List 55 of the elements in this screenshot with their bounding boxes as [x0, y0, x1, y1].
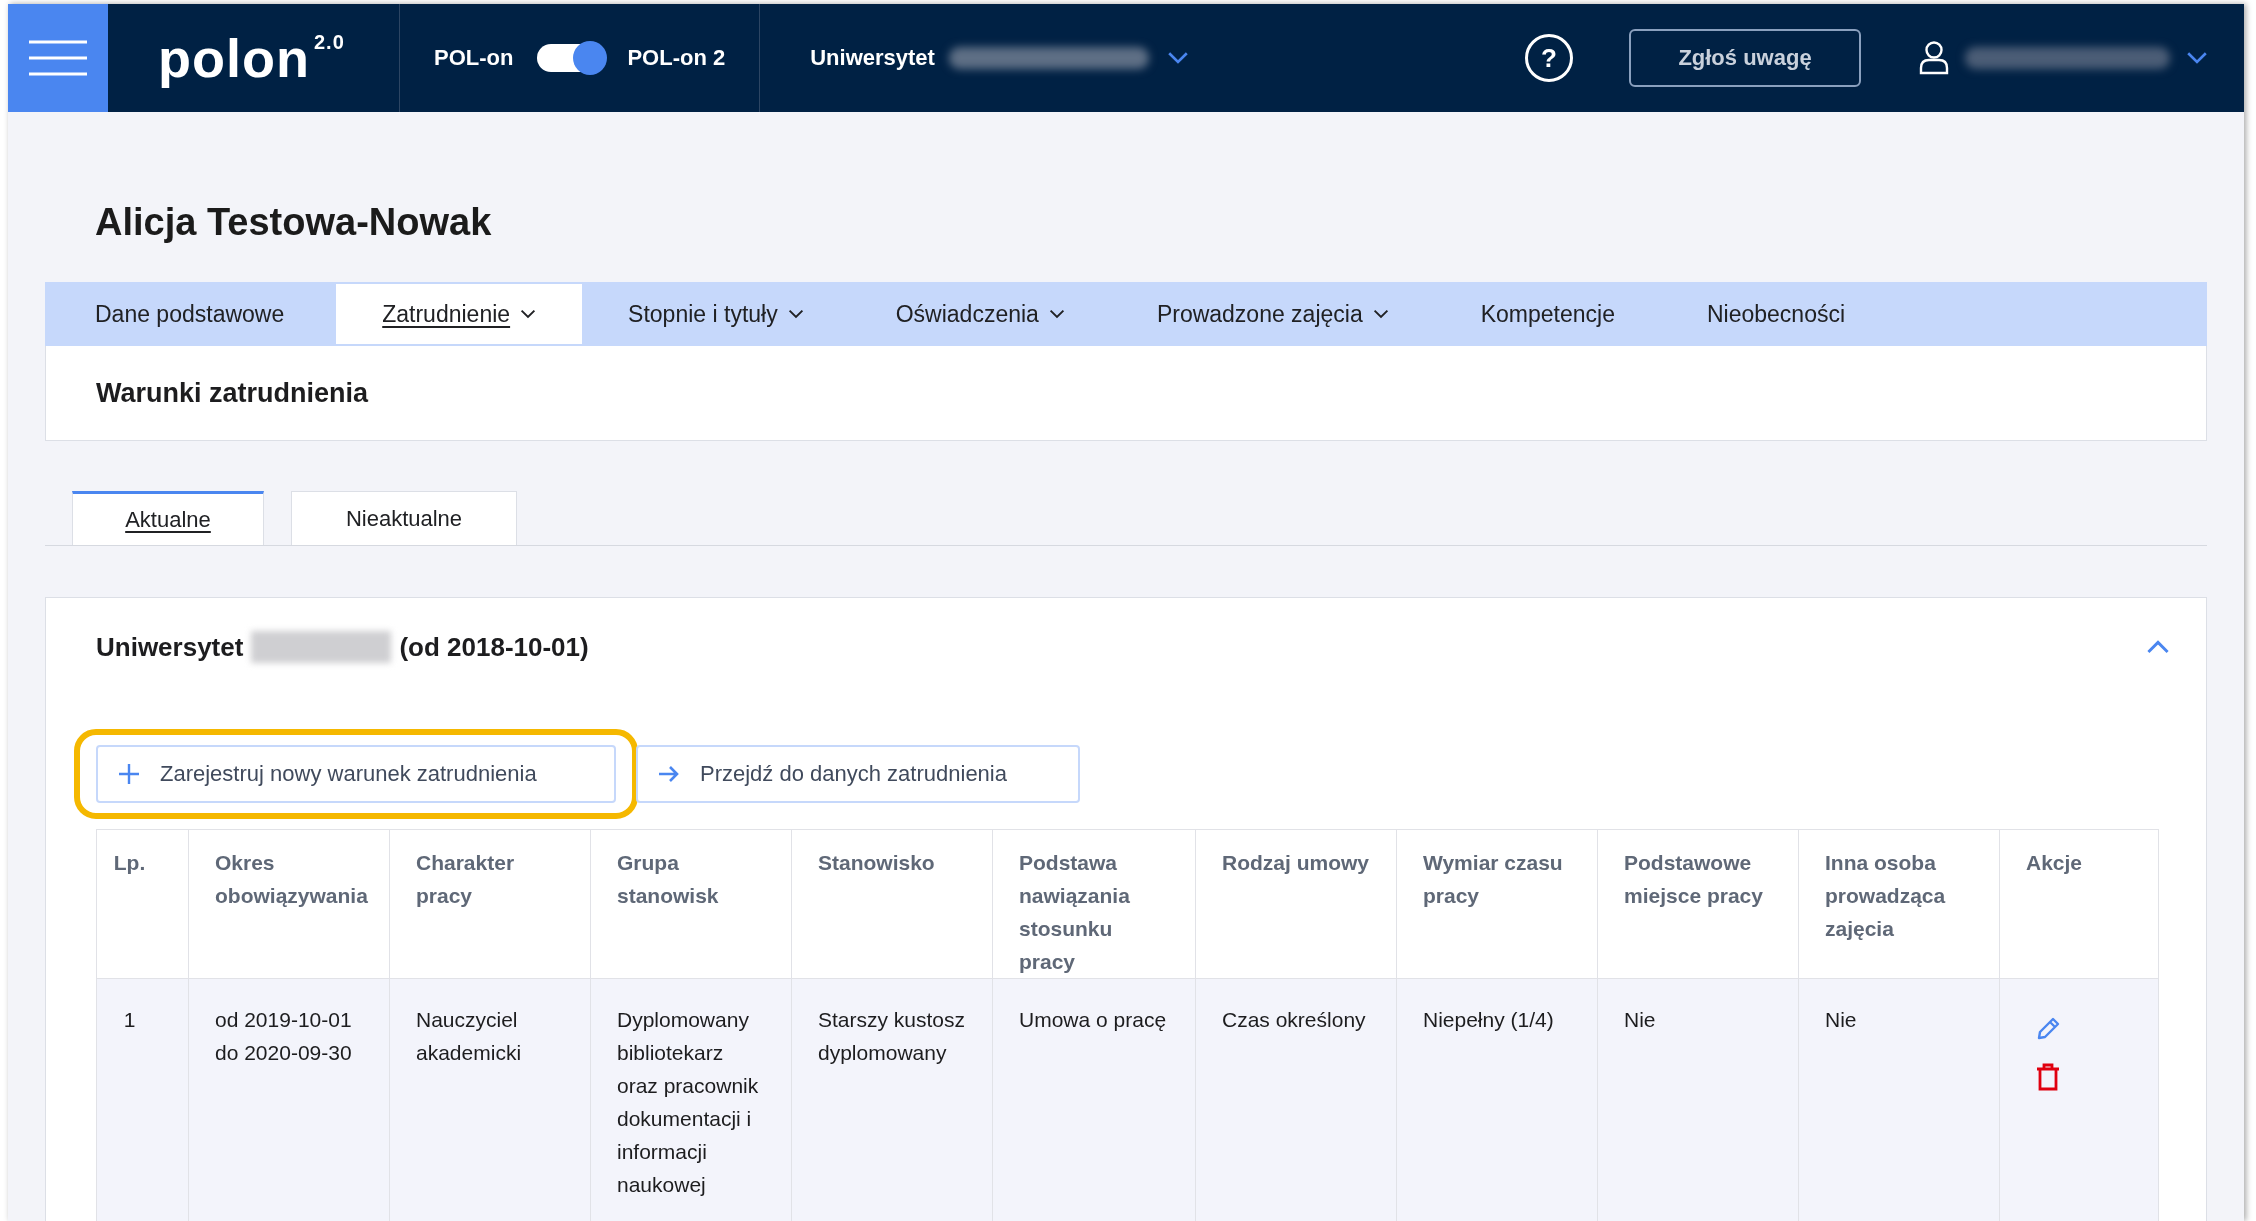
column-header: Lp.	[96, 829, 189, 979]
table-cell: Umowa o pracę	[992, 978, 1196, 1221]
menu-button[interactable]	[8, 4, 108, 112]
table-cell: Niepełny (1/4)	[1396, 978, 1598, 1221]
pencil-icon	[2036, 1015, 2062, 1041]
table-cell: Starszy kustosz dyplomowany	[791, 978, 993, 1221]
toggle-label: POL-on	[434, 45, 514, 71]
plus-icon	[118, 763, 140, 785]
table-cell: Nie	[1597, 978, 1799, 1221]
edit-button[interactable]	[2036, 1015, 2062, 1041]
sub-tab[interactable]: Aktualne	[72, 491, 264, 545]
column-header: Okres obowiązywania	[188, 829, 390, 979]
collapse-button[interactable]	[2146, 639, 2170, 655]
person-name: Alicja Testowa-Nowak	[94, 200, 493, 245]
column-header: Grupa stanowisk	[590, 829, 792, 979]
user-icon[interactable]	[1919, 41, 1949, 75]
column-header: Akcje	[1999, 829, 2159, 979]
column-header: Rodzaj umowy	[1195, 829, 1397, 979]
register-button[interactable]: Zarejestruj nowy warunek zatrudnienia	[96, 745, 616, 803]
table-cell: 1	[96, 978, 189, 1221]
table-cell: Czas określony	[1195, 978, 1397, 1221]
nav-tab[interactable]: Dane podstawowe	[45, 284, 337, 344]
column-header: Charakter pracy	[389, 829, 591, 979]
trash-icon	[2036, 1063, 2060, 1091]
nav-tab[interactable]: Kompetencje	[1434, 284, 1661, 344]
table-cell: Nie	[1798, 978, 2000, 1221]
column-header: Wymiar czasu pracy	[1396, 829, 1598, 979]
column-header: Stanowisko	[791, 829, 993, 979]
column-header: Podstawowe miejsce pracy	[1597, 829, 1799, 979]
section-title: Warunki zatrudnienia	[96, 377, 369, 409]
help-button[interactable]: ?	[1525, 34, 1573, 82]
table-cell: od 2019-10-01 do 2020-09-30	[188, 978, 390, 1221]
column-header: Inna osoba prowadząca zajęcia	[1798, 829, 2000, 979]
navigate-button[interactable]: Przejdź do danych zatrudnienia	[636, 745, 1080, 803]
panel-title: (od 2018-10-01)	[399, 631, 589, 663]
nav-tab[interactable]: Zatrudnienie	[336, 284, 583, 344]
logo[interactable]: polon$^{2.0}$	[158, 27, 345, 89]
delete-button[interactable]	[2036, 1063, 2060, 1091]
chevron-down-icon[interactable]	[1166, 51, 1189, 65]
toggle-label: POL-on 2	[627, 45, 726, 71]
nav-tab[interactable]: Stopnie i tytuły	[582, 284, 850, 344]
chevron-down-icon[interactable]	[2186, 51, 2208, 65]
menu-icon	[29, 40, 87, 76]
feedback-button[interactable]: Zgłoś uwagę	[1629, 29, 1861, 87]
sub-tab[interactable]: Nieaktualne	[291, 491, 517, 545]
institution-label: Uniwersytet	[810, 45, 935, 71]
arrow-right-icon	[658, 765, 680, 783]
table-cell: Nauczyciel akademicki	[389, 978, 591, 1221]
column-header: Podstawa nawiązania stosunku pracy	[992, 829, 1196, 979]
nav-tab[interactable]: Prowadzone zajęcia	[1110, 284, 1435, 344]
nav-tab[interactable]: Oświadczenia	[849, 284, 1111, 344]
table-cell: Dyplomowany bibliotekarz oraz pracownik dokumentacji i informacji naukowej	[590, 978, 792, 1221]
nav-tab[interactable]: Nieobecności	[1660, 284, 1892, 344]
toggle-switch[interactable]	[537, 44, 604, 72]
panel-title: Uniwersytet	[96, 631, 244, 663]
